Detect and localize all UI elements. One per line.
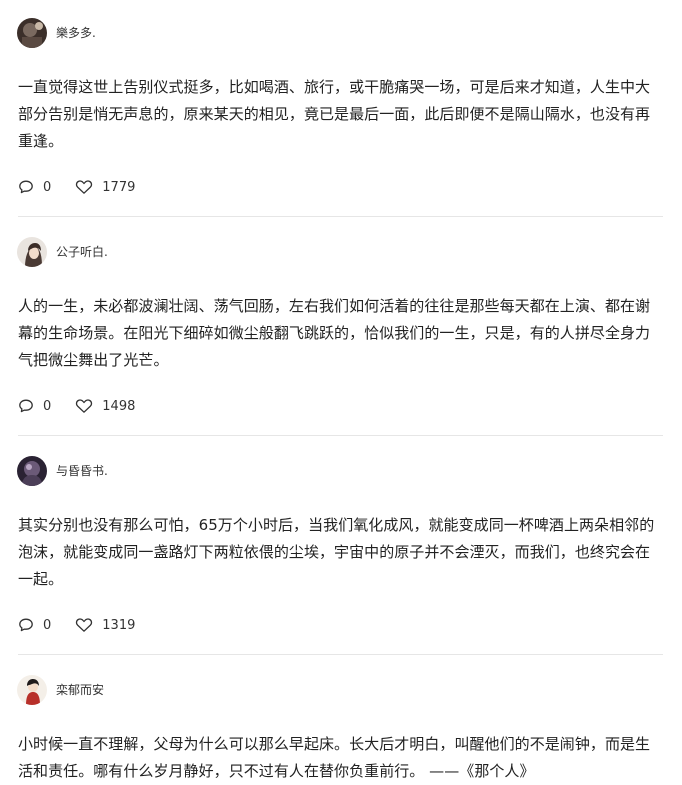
post-divider (18, 216, 663, 217)
comment-icon (19, 180, 33, 194)
username[interactable]: 公子听白. (56, 245, 108, 259)
post-actions: 0 1498 (18, 396, 135, 416)
post-card: 与昏昏书. 其实分别也没有那么可怕，65万个小时后，当我们氧化成风，就能变成同一… (0, 455, 682, 654)
like-button[interactable]: 1779 (75, 179, 135, 195)
like-button[interactable]: 1498 (75, 398, 135, 414)
avatar[interactable] (17, 456, 47, 486)
username[interactable]: 栾郁而安 (56, 683, 104, 697)
comment-button[interactable]: 0 (18, 179, 51, 195)
avatar[interactable] (17, 675, 47, 705)
comment-button[interactable]: 0 (18, 398, 51, 414)
like-count: 1779 (102, 179, 136, 195)
avatar-image (17, 18, 47, 48)
heart-icon (76, 399, 93, 413)
comment-icon (19, 399, 33, 413)
post-text: 一直觉得这世上告别仪式挺多，比如喝酒、旅行，或干脆痛哭一场，可是后来才知道，人生… (18, 78, 651, 150)
avatar-image (17, 237, 47, 267)
post-header: 公子听白. (17, 236, 108, 268)
post-text: 其实分别也没有那么可怕，65万个小时后，当我们氧化成风，就能变成同一杯啤酒上两朵… (18, 516, 655, 588)
post-card: 公子听白. 人的一生，未必都波澜壮阔、荡气回肠，左右我们如何活着的往往是那些每天… (0, 236, 682, 435)
avatar[interactable] (17, 18, 47, 48)
comment-count: 0 (43, 398, 52, 414)
like-count: 1498 (102, 398, 136, 414)
comment-count: 0 (43, 179, 52, 195)
post-actions: 0 1319 (18, 615, 135, 635)
comment-count: 0 (43, 617, 52, 633)
post-text: 人的一生，未必都波澜壮阔、荡气回肠，左右我们如何活着的往往是那些每天都在上演、都… (18, 297, 651, 369)
post-divider (18, 435, 663, 436)
post-actions: 0 1779 (18, 177, 135, 197)
comment-button[interactable]: 0 (18, 617, 51, 633)
post-card: 栾郁而安 小时候一直不理解，父母为什么可以那么早起床。长大后才明白，叫醒他们的不… (0, 674, 682, 781)
post-card: 樂多多. 一直觉得这世上告别仪式挺多，比如喝酒、旅行，或干脆痛哭一场，可是后来才… (0, 17, 682, 216)
avatar-image (17, 456, 47, 486)
post-header: 樂多多. (17, 17, 96, 49)
comment-icon (19, 618, 33, 632)
like-button[interactable]: 1319 (75, 617, 135, 633)
post-header: 与昏昏书. (17, 455, 108, 487)
post-header: 栾郁而安 (17, 674, 104, 706)
like-count: 1319 (102, 617, 136, 633)
username[interactable]: 与昏昏书. (56, 464, 108, 478)
heart-icon (76, 180, 93, 194)
username[interactable]: 樂多多. (56, 26, 96, 40)
post-divider (18, 654, 663, 655)
avatar[interactable] (17, 237, 47, 267)
heart-icon (76, 618, 93, 632)
post-text: 小时候一直不理解，父母为什么可以那么早起床。长大后才明白，叫醒他们的不是闹钟，而… (18, 735, 651, 780)
avatar-image (17, 675, 47, 705)
